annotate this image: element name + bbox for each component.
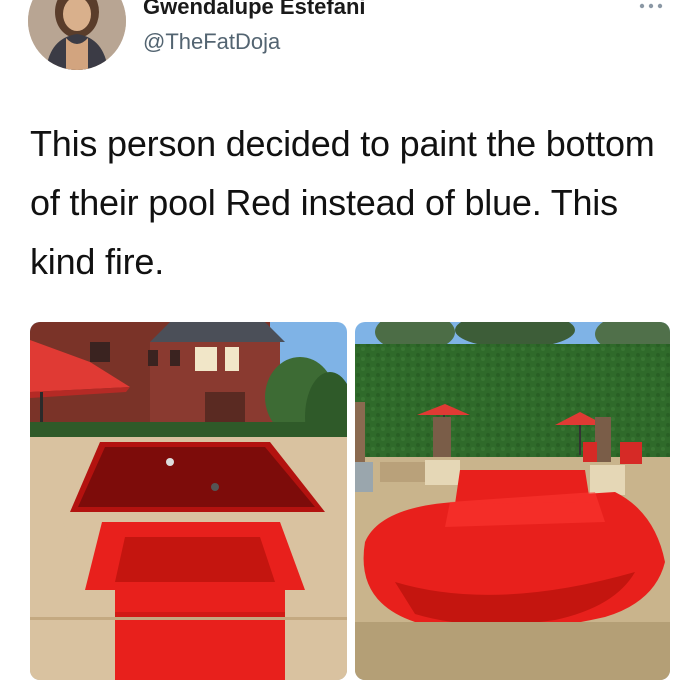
more-horizontal-icon[interactable] — [636, 0, 666, 14]
author-name[interactable]: Gwendalupe Estefani — [143, 0, 366, 20]
avatar[interactable] — [28, 0, 126, 70]
author-handle[interactable]: @TheFatDoja — [143, 29, 280, 55]
tweet-header: Gwendalupe Estefani @TheFatDoja — [0, 0, 700, 90]
tweet-text: This person decided to paint the bottom … — [30, 123, 655, 282]
pool-photo-left[interactable] — [30, 322, 347, 680]
pool-photo-right[interactable] — [355, 322, 670, 680]
